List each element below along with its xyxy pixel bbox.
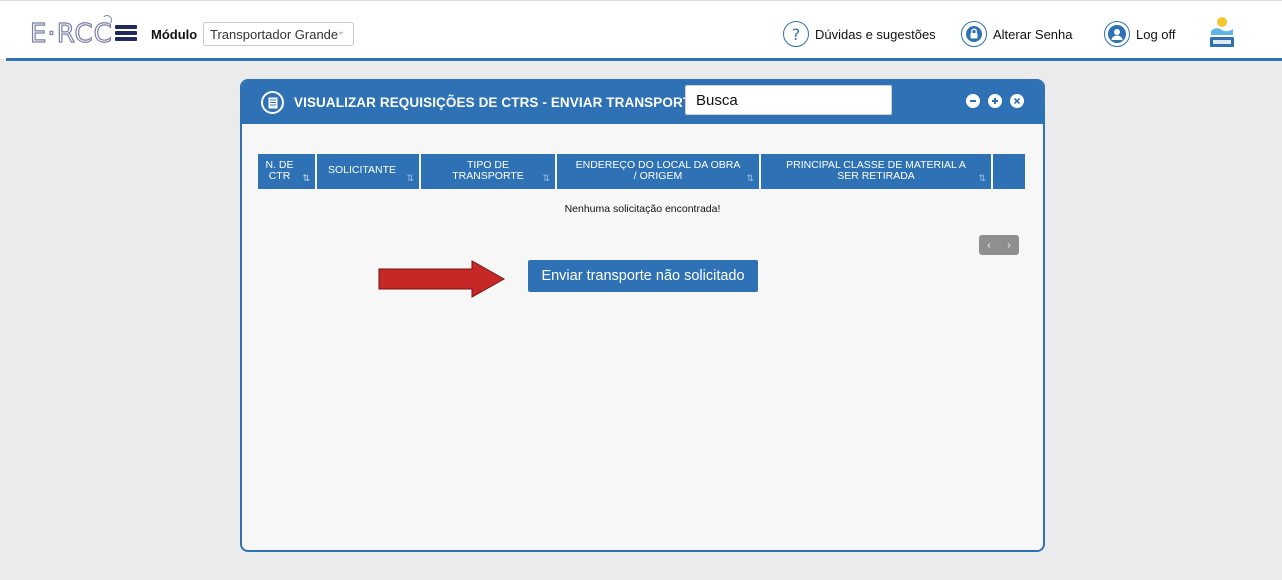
column-material-class[interactable]: PRINCIPAL CLASSE DE MATERIAL A SER RETIR… [761,154,993,189]
requests-panel: VISUALIZAR REQUISIÇÕES DE CTRS - ENVIAR … [240,79,1045,552]
sort-icon: ⇅ [302,173,310,183]
chevron-left-icon[interactable]: ‹ [987,240,990,251]
column-extra [993,154,1025,189]
menu-icon[interactable] [115,25,137,41]
question-icon: ? [783,21,809,47]
app-logo[interactable]: E·RCC [29,20,113,47]
change-password-label: Alterar Senha [993,26,1073,42]
column-requester[interactable]: SOLICITANTE ⇅ [317,154,421,189]
document-icon [261,91,284,114]
panel-title: VISUALIZAR REQUISIÇÕES DE CTRS - ENVIAR … [294,95,701,110]
sort-icon: ⇅ [542,173,550,183]
pagination-control[interactable]: ‹ › [979,235,1019,255]
svg-text:?: ? [792,26,801,42]
module-select[interactable]: Transportador Grande ⌄ [203,22,354,46]
panel-header: VISUALIZAR REQUISIÇÕES DE CTRS - ENVIAR … [242,81,1043,124]
change-password-link[interactable]: Alterar Senha [961,20,1073,48]
column-origin-address[interactable]: ENDEREÇO DO LOCAL DA OBRA / ORIGEM ⇅ [557,154,761,189]
column-transport-type[interactable]: TIPO DE TRANSPORTE ⇅ [421,154,557,189]
sort-icon: ⇅ [978,173,986,183]
daae-logo [1210,17,1234,47]
logoff-link[interactable]: Log off [1104,20,1176,48]
topbar-divider [6,58,1282,61]
close-icon[interactable] [1010,94,1024,108]
lock-icon [961,21,987,47]
arrow-right-icon [378,260,506,298]
top-bar: E·RCC Módulo Transportador Grande ⌄ ? Dú… [0,0,1282,61]
sort-icon: ⇅ [746,173,754,183]
module-label: Módulo [151,27,198,42]
help-link[interactable]: ? Dúvidas e sugestões [783,20,936,48]
table-header: N. DE CTR ⇅ SOLICITANTE ⇅ TIPO DE TRANSP… [258,154,1025,189]
module-select-value: Transportador Grande [210,27,339,42]
help-label: Dúvidas e sugestões [815,26,936,42]
search-input[interactable] [685,85,892,115]
column-ctr-number[interactable]: N. DE CTR ⇅ [258,154,317,189]
sort-icon: ⇅ [406,173,414,183]
chevron-right-icon[interactable]: › [1007,240,1010,251]
empty-message: Nenhuma solicitação encontrada! [564,203,721,215]
send-unrequested-transport-button[interactable]: Enviar transporte não solicitado [528,260,758,292]
user-icon [1104,21,1130,47]
chevron-down-icon: ⌄ [336,26,345,37]
minimize-icon[interactable] [966,94,980,108]
logoff-label: Log off [1136,26,1176,42]
expand-icon[interactable] [988,94,1002,108]
logo-accent [102,15,112,25]
